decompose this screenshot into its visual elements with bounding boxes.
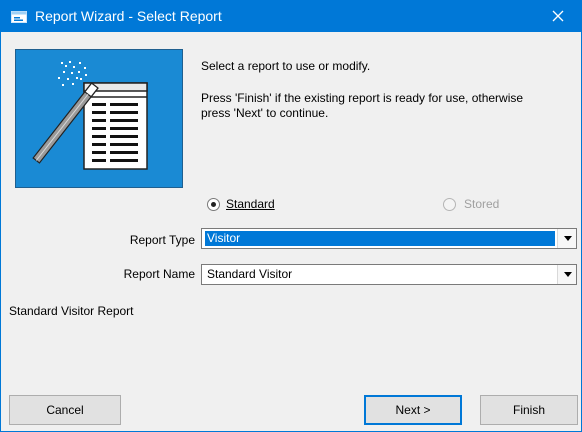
chevron-down-icon xyxy=(564,236,572,241)
report-description: Standard Visitor Report xyxy=(9,304,134,318)
report-type-label: Report Type xyxy=(129,233,195,247)
report-type-value: Visitor xyxy=(205,231,555,246)
report-name-label: Report Name xyxy=(123,267,195,281)
window-title: Report Wizard - Select Report xyxy=(35,8,222,24)
chevron-down-icon xyxy=(564,272,572,277)
report-name-select[interactable]: Standard Visitor xyxy=(201,264,577,285)
window-app-icon xyxy=(11,11,27,23)
standard-radio[interactable] xyxy=(207,198,220,211)
intro-line-3: press 'Next' to continue. xyxy=(201,106,329,120)
finish-button-label: Finish xyxy=(512,403,545,417)
report-wizard-window: Report Wizard - Select Report Select a r… xyxy=(0,0,582,432)
report-name-dropdown-button[interactable] xyxy=(557,265,576,284)
next-button[interactable]: Next > xyxy=(364,395,462,425)
close-icon xyxy=(552,10,564,22)
title-bar[interactable]: Report Wizard - Select Report xyxy=(1,1,581,32)
cancel-button[interactable]: Cancel xyxy=(9,395,121,425)
report-type-dropdown-button[interactable] xyxy=(557,229,576,248)
stored-radio[interactable] xyxy=(443,198,456,211)
intro-line-1: Select a report to use or modify. xyxy=(201,59,371,73)
report-name-value: Standard Visitor xyxy=(207,267,293,281)
close-button[interactable] xyxy=(535,1,581,32)
next-button-label: Next > xyxy=(395,403,431,417)
finish-button[interactable]: Finish xyxy=(480,395,578,425)
stored-radio-label[interactable]: Stored xyxy=(464,197,499,212)
report-type-select[interactable]: Visitor xyxy=(201,228,577,249)
report-wizard-wand-icon xyxy=(15,49,183,188)
standard-radio-label[interactable]: Standard xyxy=(226,197,275,212)
cancel-button-label: Cancel xyxy=(46,403,84,417)
intro-line-2: Press 'Finish' if the existing report is… xyxy=(201,91,524,105)
